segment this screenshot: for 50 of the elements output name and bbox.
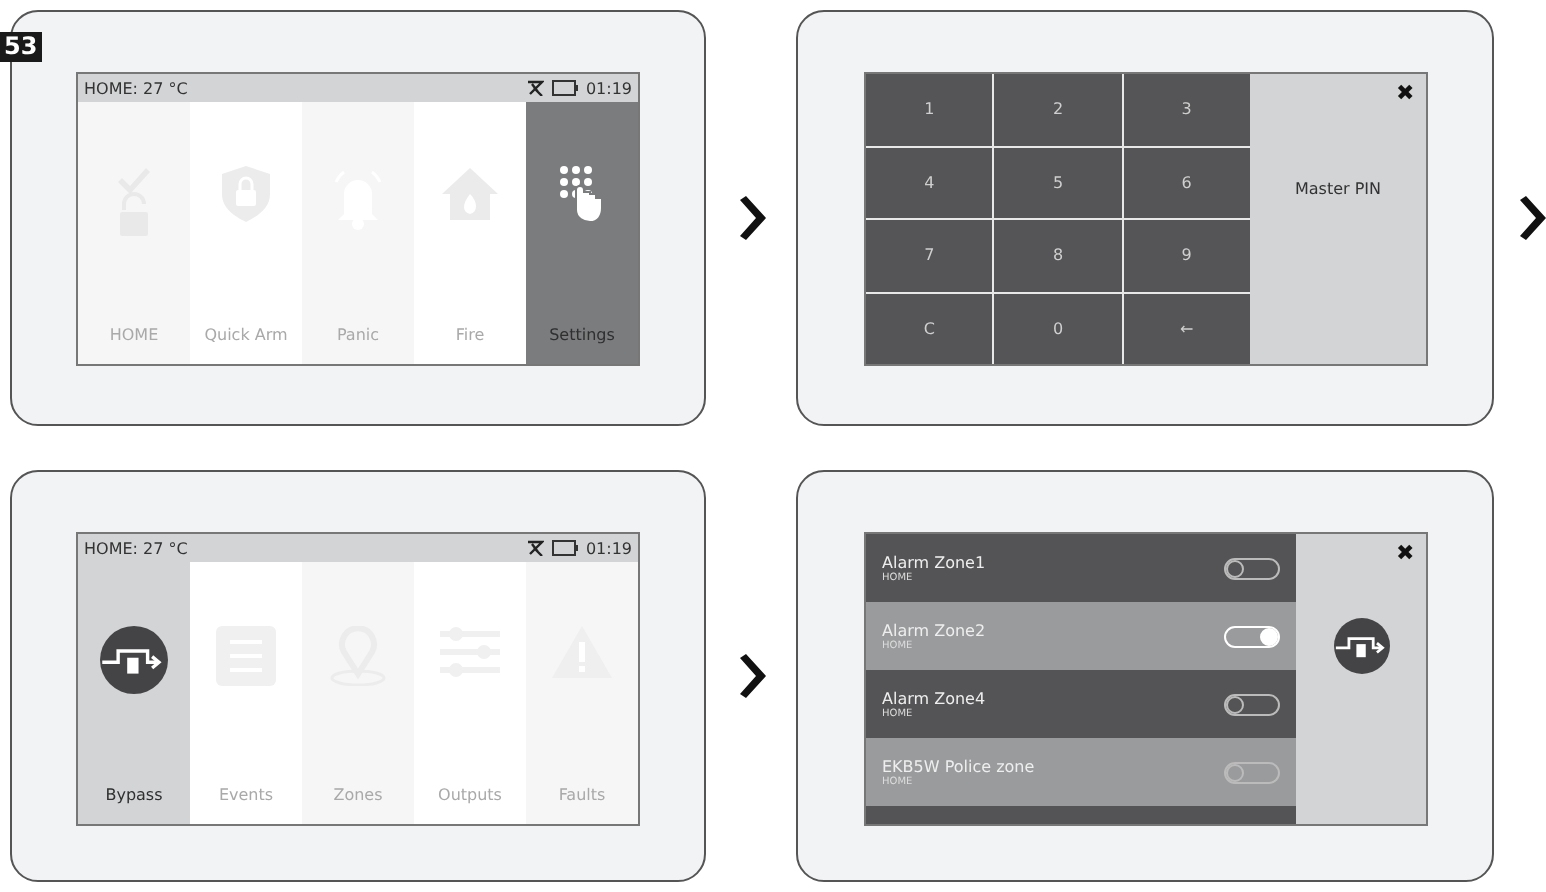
- close-button[interactable]: ✖: [1396, 80, 1414, 106]
- keypad-hand-icon: [560, 166, 604, 222]
- tile-label: HOME: [109, 326, 159, 344]
- close-button[interactable]: ✖: [1396, 540, 1414, 566]
- figure-number: 53: [0, 32, 42, 62]
- keypad-key[interactable]: C: [866, 293, 993, 364]
- bypass-icon: [1333, 618, 1389, 674]
- keypad-key[interactable]: 0: [994, 293, 1122, 364]
- zone-name: EKB5W Police zone: [882, 757, 1037, 775]
- signal-off-icon: [525, 80, 544, 96]
- bypass-icon: [100, 626, 168, 694]
- battery-icon: [551, 80, 578, 96]
- chevron-right-icon: [737, 654, 765, 698]
- menu-tile[interactable]: Settings: [526, 102, 638, 364]
- menu-tile[interactable]: Bypass: [78, 562, 190, 824]
- keypad-key[interactable]: 5: [994, 147, 1122, 218]
- panel-title: Master PIN: [1294, 180, 1382, 198]
- tile-label: Quick Arm: [204, 326, 288, 344]
- keypad-key[interactable]: 6: [1123, 147, 1250, 218]
- location-temperature: HOME: 27 °C: [84, 539, 188, 557]
- keypad-key[interactable]: 3: [1123, 74, 1250, 145]
- chevron-right-icon: [737, 196, 765, 240]
- keypad-key[interactable]: 8: [994, 220, 1122, 291]
- tile-label: Fire: [455, 326, 485, 344]
- toggle-switch[interactable]: [1224, 557, 1280, 579]
- tile-label: Zones: [333, 786, 383, 804]
- zone-name: Alarm Zone1: [882, 553, 988, 571]
- keypad-key[interactable]: 7: [866, 220, 993, 291]
- tile-label: Faults: [558, 786, 606, 804]
- tile-label: Bypass: [105, 786, 163, 804]
- keypad-key[interactable]: 9: [1123, 220, 1250, 291]
- clock-time: 01:19: [585, 79, 632, 97]
- zone-name: Alarm Zone2: [882, 621, 988, 639]
- signal-off-icon: [525, 540, 544, 556]
- tile-label: Settings: [549, 326, 615, 344]
- location-temperature: HOME: 27 °C: [84, 79, 188, 97]
- battery-icon: [551, 540, 578, 556]
- tile-label: Outputs: [438, 786, 502, 804]
- toggle-switch[interactable]: [1224, 761, 1280, 783]
- keypad-key[interactable]: 1: [866, 74, 993, 145]
- menu-tile[interactable]: Quick Arm: [190, 102, 302, 364]
- keypad-key[interactable]: 2: [994, 74, 1122, 145]
- chevron-right-icon: [1518, 196, 1546, 240]
- tile-label: Events: [218, 786, 274, 804]
- toggle-switch[interactable]: [1224, 693, 1280, 715]
- clock-time: 01:19: [585, 539, 632, 557]
- zone-name: Alarm Zone4: [882, 689, 988, 707]
- keypad-key[interactable]: ←: [1123, 293, 1250, 364]
- keypad-key[interactable]: 4: [866, 147, 993, 218]
- tile-label: Panic: [336, 326, 380, 344]
